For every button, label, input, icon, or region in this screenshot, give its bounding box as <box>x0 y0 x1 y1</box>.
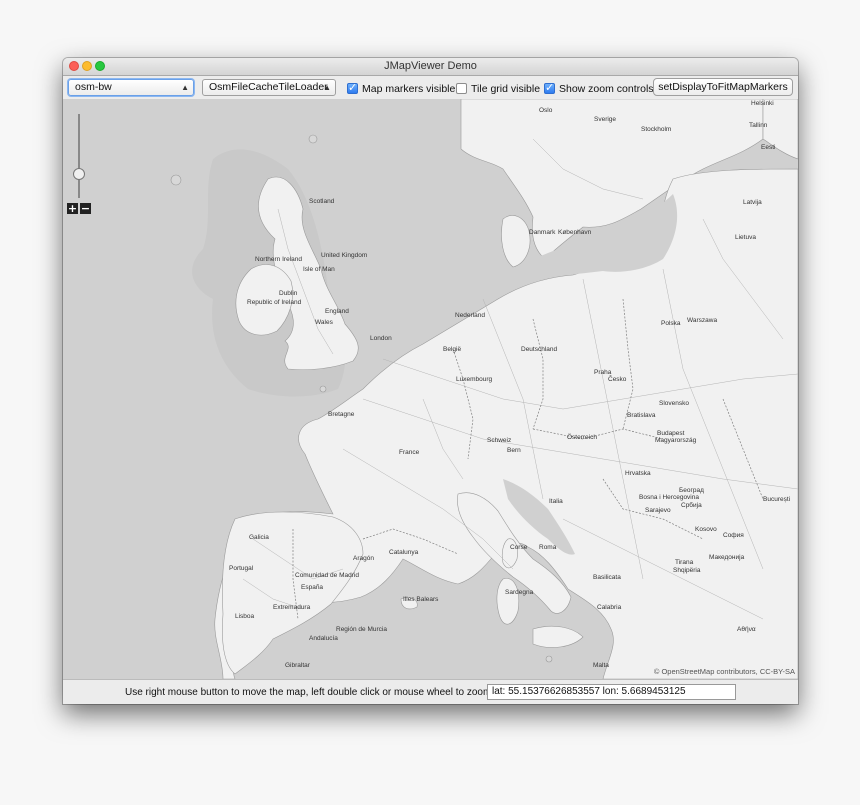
label-malta: Malta <box>593 662 609 669</box>
tile-source-value: osm-bw <box>75 81 112 93</box>
checkbox-checked-icon <box>347 81 358 94</box>
label-hrvatska: Hrvatska <box>625 470 651 477</box>
status-bar: Use right mouse button to move the map, … <box>63 679 798 704</box>
label-sofia: София <box>723 532 744 539</box>
label-athina: Αθήνα <box>737 626 756 633</box>
select-arrows-icon: ▲ <box>181 83 189 92</box>
label-bosna: Bosna i Hercegovina <box>639 494 699 501</box>
label-belgie: België <box>443 346 461 353</box>
label-luxembourg: Luxembourg <box>456 376 493 383</box>
zoom-out-button[interactable]: − <box>80 203 91 214</box>
show-zoom-controls-checkbox[interactable]: Show zoom controls <box>544 81 654 95</box>
label-beograd: Београд <box>679 487 704 494</box>
label-isle-of-man: Isle of Man <box>303 266 335 273</box>
label-calabria: Calabria <box>597 604 622 611</box>
label-magyarorszag: Magyarország <box>655 437 697 444</box>
label-galicia: Galicia <box>249 534 269 541</box>
sardinia <box>496 578 520 625</box>
coordinates-field[interactable]: lat: 55.15376626853557 lon: 5.6689453125 <box>487 684 736 700</box>
label-praha: Praha <box>594 369 612 376</box>
label-andalucia: Andalucía <box>309 635 338 642</box>
label-warszawa: Warszawa <box>687 317 717 324</box>
label-tirana: Tirana <box>675 559 694 566</box>
label-extremadura: Extremadura <box>273 604 311 611</box>
label-roma: Roma <box>539 544 557 551</box>
label-kobenhavn: København <box>558 229 592 236</box>
tile-source-select[interactable]: osm-bw ▲ <box>68 79 194 96</box>
title-bar[interactable]: JMapViewer Demo <box>63 58 798 76</box>
tile-loader-select[interactable]: OsmFileCacheTileLoader ▲ <box>202 79 336 96</box>
label-italia: Italia <box>549 498 563 505</box>
label-budapest: Budapest <box>657 430 685 437</box>
zoom-slider-thumb[interactable] <box>73 168 85 180</box>
checkbox-checked-icon <box>544 81 555 94</box>
label-tallinn: Tallinn <box>749 122 768 129</box>
label-latvija: Latvija <box>743 199 762 206</box>
label-deutschland: Deutschland <box>521 346 558 353</box>
app-window: JMapViewer Demo osm-bw ▲ OsmFileCacheTil… <box>63 58 798 704</box>
label-polska: Polska <box>661 320 681 327</box>
checkbox-unchecked-icon <box>456 83 467 94</box>
label-nederland: Nederland <box>455 312 485 319</box>
label-kosovo: Kosovo <box>695 526 717 533</box>
label-france: France <box>399 449 420 456</box>
zoom-in-button[interactable]: + <box>67 203 78 214</box>
label-corse: Corse <box>510 544 528 551</box>
label-stockholm: Stockholm <box>641 126 671 133</box>
label-bucuresti: București <box>763 496 790 503</box>
label-espana: España <box>301 584 323 591</box>
label-illes-balears: Illes Balears <box>403 596 439 603</box>
label-osterreich: Österreich <box>567 433 597 441</box>
window-title: JMapViewer Demo <box>384 60 477 72</box>
label-gibraltar: Gibraltar <box>285 662 311 669</box>
label-uk: United Kingdom <box>321 252 367 259</box>
zoom-slider[interactable] <box>73 114 85 198</box>
select-arrows-icon: ▲ <box>323 83 331 92</box>
map-view[interactable]: Scotland United Kingdom Isle of Man Nort… <box>63 99 798 679</box>
label-cesko: Česko <box>608 374 627 383</box>
map-attribution[interactable]: © OpenStreetMap contributors, CC-BY-SA <box>654 667 795 676</box>
label-srbija: Србија <box>681 501 702 509</box>
label-dublin: Dublin <box>279 290 298 297</box>
markers-visible-checkbox[interactable]: Map markers visible <box>347 81 456 95</box>
label-portugal: Portugal <box>229 565 254 572</box>
label-ireland: Republic of Ireland <box>247 299 302 306</box>
label-schweiz: Schweiz <box>487 437 511 444</box>
map-tiles: Scotland United Kingdom Isle of Man Nort… <box>63 99 798 679</box>
label-northern-ireland: Northern Ireland <box>255 256 302 263</box>
fit-map-markers-button[interactable]: setDisplayToFitMapMarkers <box>653 78 793 96</box>
label-basilicata: Basilicata <box>593 574 621 581</box>
label-sardegna: Sardegna <box>505 589 534 596</box>
label-helsinki: Helsinki <box>751 100 774 107</box>
label-lietuva: Lietuva <box>735 234 756 241</box>
label-oslo: Oslo <box>539 107 553 114</box>
label-bern: Bern <box>507 447 521 454</box>
help-text: Use right mouse button to move the map, … <box>125 687 495 698</box>
label-london: London <box>370 335 392 342</box>
label-madrid: Comunidad de Madrid <box>295 572 359 579</box>
label-makedonija: Македонија <box>709 554 745 561</box>
tile-loader-value: OsmFileCacheTileLoader <box>209 81 328 93</box>
label-shqiperia: Shqipëria <box>673 567 701 574</box>
label-bratislava: Bratislava <box>627 412 656 419</box>
tile-grid-visible-checkbox[interactable]: Tile grid visible <box>456 82 540 95</box>
label-slovensko: Slovensko <box>659 400 689 407</box>
label-england: England <box>325 308 349 315</box>
label-scotland: Scotland <box>309 198 335 205</box>
label-catalunya: Catalunya <box>389 549 419 556</box>
zoom-slider-track[interactable] <box>78 114 80 198</box>
markers-visible-label: Map markers visible <box>362 82 456 95</box>
label-murcia: Región de Murcia <box>336 626 387 633</box>
show-zoom-controls-label: Show zoom controls <box>559 82 654 95</box>
label-sverige: Sverige <box>594 116 616 123</box>
label-aragon: Aragón <box>353 555 374 562</box>
label-sarajevo: Sarajevo <box>645 507 671 514</box>
label-bretagne: Bretagne <box>328 411 355 418</box>
label-danmark: Danmark <box>529 229 556 236</box>
tile-grid-visible-label: Tile grid visible <box>471 82 541 95</box>
label-lisboa: Lisboa <box>235 613 255 620</box>
label-eesti: Eesti <box>761 144 775 151</box>
label-wales: Wales <box>315 319 334 326</box>
